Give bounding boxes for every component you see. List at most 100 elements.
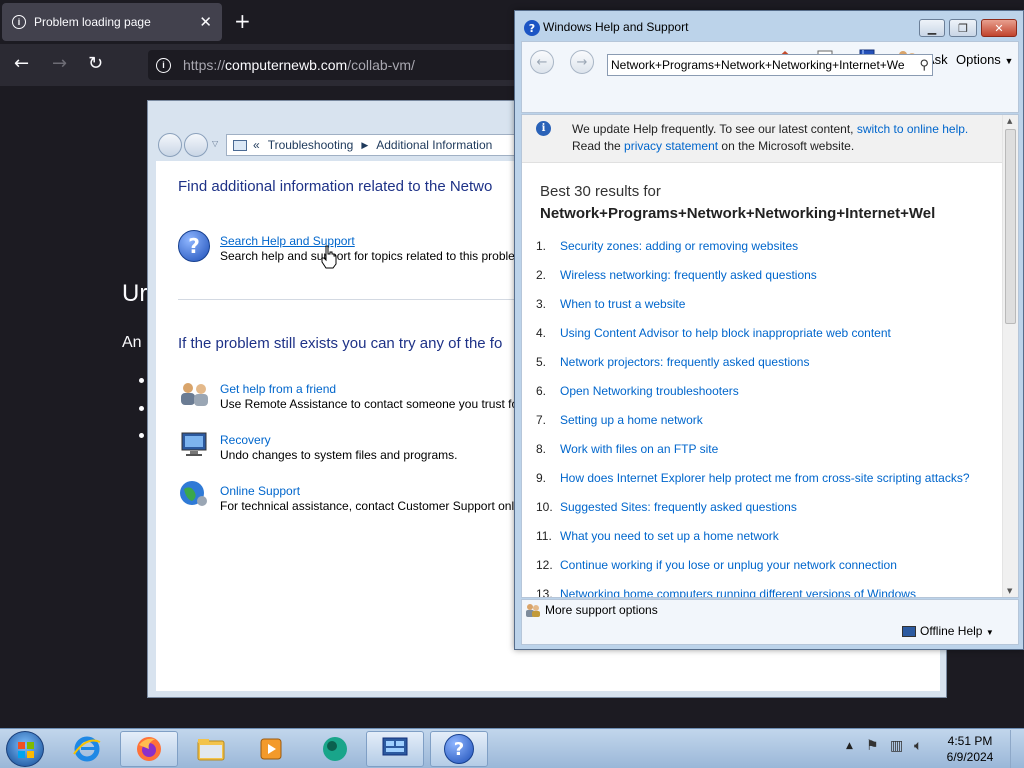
result-item[interactable]: 4. Using Content Advisor to help block in… bbox=[536, 326, 891, 340]
taskbar-help-support[interactable]: ? bbox=[430, 731, 488, 767]
result-link[interactable]: Networking home computers running differ… bbox=[560, 587, 916, 597]
options-menu[interactable]: Options ▼ bbox=[956, 52, 1013, 67]
clock[interactable]: 4:51 PM 6/9/2024 bbox=[940, 733, 1000, 765]
bullet bbox=[139, 433, 144, 438]
hand-cursor-icon bbox=[321, 245, 337, 269]
result-item[interactable]: 12. Continue working if you lose or unplu… bbox=[536, 558, 897, 572]
results-query: Network+Programs+Network+Networking+Inte… bbox=[540, 205, 936, 222]
breadcrumb[interactable]: « Troubleshooting ▶ Additional Informati… bbox=[226, 134, 526, 156]
help-window-icon: ? bbox=[524, 20, 540, 36]
scroll-up-icon[interactable]: ▲ bbox=[1007, 117, 1012, 125]
back-button[interactable]: ← bbox=[530, 50, 554, 74]
result-item[interactable]: 13. Networking home computers running dif… bbox=[536, 587, 916, 597]
result-item[interactable]: 5. Network projectors: frequently asked q… bbox=[536, 355, 809, 369]
breadcrumb-troubleshooting[interactable]: Troubleshooting bbox=[268, 138, 354, 152]
back-icon[interactable]: ← bbox=[14, 53, 29, 74]
notice-read: Read the bbox=[572, 139, 625, 153]
internet-explorer-icon bbox=[73, 736, 101, 762]
get-help-friend-link[interactable]: Get help from a friend bbox=[220, 382, 336, 396]
control-panel-icon bbox=[382, 737, 408, 756]
taskbar-media-player[interactable] bbox=[242, 731, 300, 767]
results-scrollbar[interactable]: ▲ ▼ bbox=[1002, 115, 1018, 597]
close-button[interactable]: ✕ bbox=[981, 19, 1017, 37]
result-item[interactable]: 7. Setting up a home network bbox=[536, 413, 703, 427]
scroll-down-icon[interactable]: ▼ bbox=[1007, 587, 1012, 595]
error-heading-partial: Ur bbox=[122, 280, 148, 307]
result-link[interactable]: Using Content Advisor to help block inap… bbox=[560, 326, 891, 340]
search-value: Network+Programs+Network+Networking+Inte… bbox=[611, 58, 905, 72]
result-link[interactable]: Security zones: adding or removing websi… bbox=[560, 239, 798, 253]
network-icon[interactable]: ▥ bbox=[890, 738, 903, 754]
more-support-link[interactable]: More support options bbox=[545, 603, 658, 617]
new-tab-icon[interactable]: + bbox=[234, 9, 251, 33]
result-item[interactable]: 3. When to trust a website bbox=[536, 297, 685, 311]
browser-tab[interactable]: i Problem loading page ✕ bbox=[2, 3, 222, 41]
offline-help-menu[interactable]: Offline Help ▼ bbox=[902, 624, 994, 638]
action-center-flag-icon[interactable]: ⚑ bbox=[866, 738, 879, 754]
show-desktop-button[interactable] bbox=[1010, 730, 1024, 768]
result-link[interactable]: Continue working if you lose or unplug y… bbox=[560, 558, 897, 572]
maximize-button[interactable]: ❐ bbox=[949, 19, 977, 37]
help-icon: ? bbox=[444, 734, 474, 764]
result-item[interactable]: 9. How does Internet Explorer help protec… bbox=[536, 471, 970, 485]
taskbar-control-panel[interactable] bbox=[366, 731, 424, 767]
result-link[interactable]: Wireless networking: frequently asked qu… bbox=[560, 268, 817, 282]
search-input[interactable]: Network+Programs+Network+Networking+Inte… bbox=[607, 54, 933, 76]
taskbar-firefox[interactable] bbox=[120, 731, 178, 767]
show-hidden-icons-icon[interactable]: ▲ bbox=[846, 741, 853, 751]
green-app-icon bbox=[323, 737, 347, 761]
result-link[interactable]: When to trust a website bbox=[560, 297, 685, 311]
taskbar: ? ▲ ⚑ ▥ 🔈︎ 4:51 PM 6/9/2024 bbox=[0, 728, 1024, 768]
close-tab-icon[interactable]: ✕ bbox=[199, 13, 212, 31]
result-item[interactable]: 8. Work with files on an FTP site bbox=[536, 442, 718, 456]
online-help-link[interactable]: switch to online help. bbox=[857, 122, 968, 136]
result-link[interactable]: What you need to set up a home network bbox=[560, 529, 779, 543]
site-info-icon[interactable]: i bbox=[156, 57, 171, 73]
result-item[interactable]: 11. What you need to set up a home networ… bbox=[536, 529, 779, 543]
support-people-icon bbox=[526, 604, 540, 617]
chevron-down-icon: ▼ bbox=[985, 628, 994, 637]
error-para-partial: An bbox=[122, 334, 142, 351]
breadcrumb-additional-info[interactable]: Additional Information bbox=[376, 138, 492, 152]
forward-button[interactable] bbox=[184, 133, 208, 157]
recovery-link[interactable]: Recovery bbox=[220, 433, 271, 447]
forward-button[interactable]: → bbox=[570, 50, 594, 74]
result-item[interactable]: 6. Open Networking troubleshooters bbox=[536, 384, 739, 398]
media-player-icon bbox=[260, 738, 282, 760]
minimize-button[interactable]: ▁ bbox=[919, 19, 945, 37]
taskbar-explorer[interactable] bbox=[182, 731, 240, 767]
start-button[interactable] bbox=[6, 731, 44, 767]
reload-icon[interactable]: ↻ bbox=[88, 53, 103, 74]
help-support-window: ? Windows Help and Support ▁ ❐ ✕ ← → Ask… bbox=[514, 10, 1024, 650]
recent-pages-icon[interactable]: ▽ bbox=[212, 139, 218, 148]
taskbar-internet-explorer[interactable] bbox=[58, 731, 116, 767]
scrollbar-thumb[interactable] bbox=[1005, 129, 1016, 324]
window-title: Windows Help and Support bbox=[543, 20, 689, 34]
url-bar[interactable]: i https://computernewb.com/collab-vm/ bbox=[148, 50, 528, 80]
result-item[interactable]: 10. Suggested Sites: frequently asked que… bbox=[536, 500, 797, 514]
result-link[interactable]: Network projectors: frequently asked que… bbox=[560, 355, 809, 369]
results-heading: Best 30 results for bbox=[540, 183, 661, 200]
result-link[interactable]: Suggested Sites: frequently asked questi… bbox=[560, 500, 797, 514]
result-link[interactable]: Work with files on an FTP site bbox=[560, 442, 718, 456]
help-footer: More support options Offline Help ▼ bbox=[521, 599, 1019, 645]
result-item[interactable]: 2. Wireless networking: frequently asked … bbox=[536, 268, 817, 282]
result-item[interactable]: 1. Security zones: adding or removing web… bbox=[536, 239, 798, 253]
url-prefix: https:// bbox=[183, 57, 226, 73]
volume-muted-icon[interactable]: 🔈︎ bbox=[914, 738, 922, 754]
result-link[interactable]: How does Internet Explorer help protect … bbox=[560, 471, 970, 485]
recovery-icon bbox=[181, 432, 207, 456]
clock-time: 4:51 PM bbox=[947, 734, 993, 748]
help-toolbar: ← → Ask Options ▼ bbox=[521, 41, 1019, 113]
search-icon[interactable]: ⚲ bbox=[917, 57, 929, 73]
taskbar-app-green[interactable] bbox=[306, 731, 364, 767]
result-link[interactable]: Open Networking troubleshooters bbox=[560, 384, 739, 398]
remote-assistance-icon bbox=[181, 383, 208, 406]
result-link[interactable]: Setting up a home network bbox=[560, 413, 703, 427]
privacy-statement-link[interactable]: privacy statement bbox=[624, 139, 718, 153]
info-icon: i bbox=[536, 121, 551, 136]
back-button[interactable] bbox=[158, 133, 182, 157]
online-support-link[interactable]: Online Support bbox=[220, 484, 300, 498]
forward-icon[interactable]: → bbox=[52, 53, 67, 74]
update-notice: i We update Help frequently. To see our … bbox=[522, 115, 1002, 163]
